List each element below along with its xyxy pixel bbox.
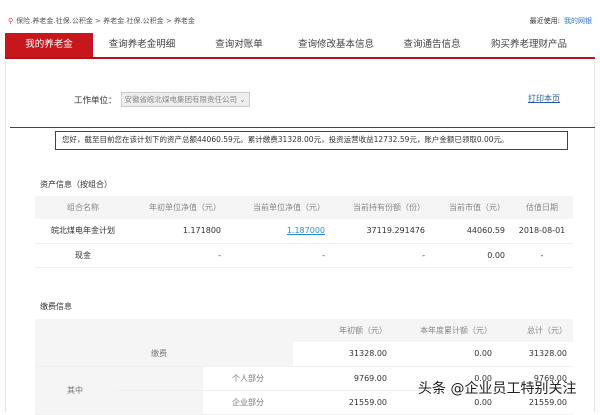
cell: 其中	[35, 366, 115, 415]
recent-label: 最近使用:	[529, 17, 560, 25]
tab-buy-products[interactable]: 购买养老理财产品	[479, 33, 579, 57]
cell: 0.00	[393, 342, 498, 367]
cell: 44060.59	[431, 219, 511, 244]
work-unit-value: 安徽省皖北煤电集团有限责任公司	[124, 95, 238, 104]
tab-my-pension[interactable]: 我的养老金	[5, 33, 93, 57]
breadcrumb-item[interactable]: 保险.养老金.社保.公积金	[16, 16, 93, 26]
table-header: 年初额（元） 本年度累计额（元） 总计（元）	[35, 319, 573, 342]
cell: -	[511, 243, 573, 268]
work-unit-label: 工作单位：	[74, 95, 117, 106]
cell: 9769.00	[293, 366, 393, 391]
breadcrumb-item: 养老金	[173, 17, 195, 25]
cell: -	[227, 243, 331, 268]
table-row: 缴费 31328.00 0.00 31328.00	[35, 342, 573, 367]
watermark: 头条 @企业员工特别关注	[418, 381, 577, 397]
work-unit-select[interactable]: 安徽省皖北煤电集团有限责任公司 ⌄	[120, 92, 250, 107]
cell: 企业部分	[203, 390, 293, 415]
table-row: 现金 - - - 0.00 -	[35, 243, 573, 268]
cell: 1.171800	[131, 219, 227, 244]
cell: 21559.00	[293, 390, 393, 415]
cell: 个人部分	[203, 366, 293, 391]
col-header: 本年度累计额（元）	[393, 319, 498, 342]
col-header: 当前单位净值（元）	[227, 196, 331, 219]
cell: 缴费	[115, 342, 203, 367]
recent-used: 最近使用: 我的网银	[530, 16, 592, 26]
nav-link[interactable]: 1.187000	[287, 226, 325, 235]
cell: 31328.00	[498, 342, 573, 367]
col-header: 估值日期	[511, 196, 573, 219]
payments-title: 缴费信息	[40, 302, 72, 311]
cell: -	[131, 243, 227, 268]
table-header: 组合名称 年初单位净值（元） 当前单位净值（元） 当前持有份额（份） 当前市值（…	[35, 196, 573, 219]
cell: 37119.291476	[331, 219, 431, 244]
cell: 现金	[35, 243, 131, 268]
tab-statement[interactable]: 查询对账单	[191, 33, 287, 57]
table-row: 皖北煤电年金计划 1.171800 1.187000 37119.291476 …	[35, 219, 573, 244]
col-header: 当前持有份额（份）	[331, 196, 431, 219]
divider	[10, 127, 595, 128]
col-header: 年初额（元）	[293, 319, 393, 342]
col-header: 组合名称	[35, 196, 131, 219]
breadcrumb: ⚲ 保险.养老金.社保.公积金 > 养老金.社保.公积金 > 养老金 最近使用:…	[8, 16, 592, 26]
location-icon: ⚲	[8, 17, 14, 25]
tab-basic-info[interactable]: 查询修改基本信息	[287, 33, 385, 57]
tab-bar: 我的养老金 查询养老金明细 查询对账单 查询修改基本信息 查询通告信息 购买养老…	[5, 33, 595, 59]
col-header: 总计（元）	[498, 319, 573, 342]
recent-link[interactable]: 我的网银	[564, 17, 592, 25]
cell: -	[331, 243, 431, 268]
tab-notices[interactable]: 查询通告信息	[385, 33, 479, 57]
payments-table: 年初额（元） 本年度累计额（元） 总计（元） 缴费 31328.00 0.00 …	[35, 319, 573, 415]
col-header: 年初单位净值（元）	[131, 196, 227, 219]
cell: 0.00	[431, 243, 511, 268]
work-unit-row: 工作单位： 安徽省皖北煤电集团有限责任公司 ⌄	[74, 92, 250, 107]
tab-pension-details[interactable]: 查询养老金明细	[93, 33, 191, 57]
assets-title: 资产信息（按组合）	[40, 180, 112, 189]
assets-table: 组合名称 年初单位净值（元） 当前单位净值（元） 当前持有份额（份） 当前市值（…	[35, 196, 573, 268]
chevron-down-icon: ⌄	[239, 95, 246, 104]
cell: 皖北煤电年金计划	[35, 219, 131, 244]
print-link[interactable]: 打印本页	[528, 93, 560, 104]
breadcrumb-item[interactable]: 养老金.社保.公积金	[103, 16, 163, 26]
summary-notice: 您好，截至目前您在该计划下的资产总额44060.59元。累计缴费31328.00…	[55, 131, 568, 150]
cell: 31328.00	[293, 342, 393, 367]
col-header: 当前市值（元）	[431, 196, 511, 219]
cell: 2018-08-01	[511, 219, 573, 244]
